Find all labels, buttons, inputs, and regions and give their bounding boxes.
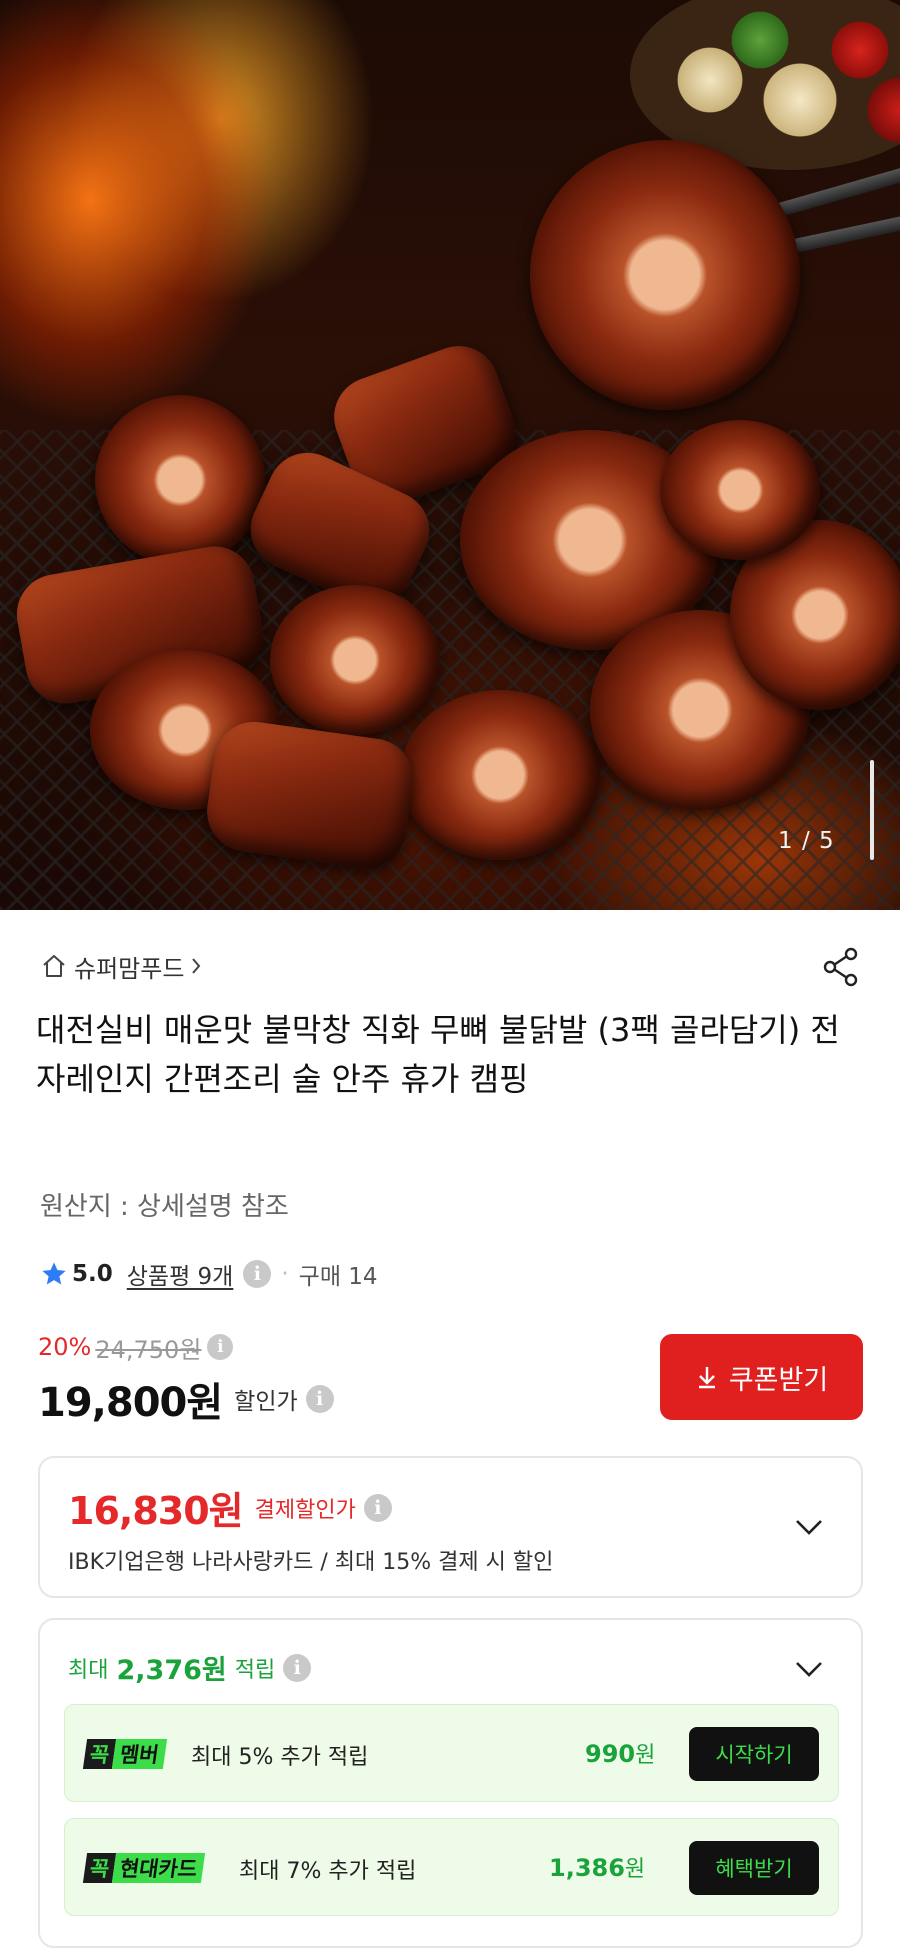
rating-score: 5.0	[72, 1261, 113, 1287]
review-count-link[interactable]: 상품평 9개	[127, 1257, 234, 1291]
image-counter: 1 / 5	[778, 828, 835, 854]
scroll-indicator	[870, 760, 874, 860]
get-benefit-button[interactable]: 혜택받기	[689, 1841, 819, 1895]
card-discount-label: 결제할인가	[254, 1497, 356, 1523]
rating-row: 5.0 상품평 9개 i · 구매 14	[40, 1254, 378, 1294]
info-icon[interactable]: i	[305, 1385, 334, 1413]
separator: ·	[281, 1261, 289, 1287]
makchang-piece	[530, 140, 800, 410]
benefit-amount: 990원	[585, 1737, 655, 1769]
benefit-amount-unit: 원	[624, 1857, 646, 1882]
chevron-down-icon[interactable]	[794, 1660, 824, 1678]
card-discount-box[interactable]: 16,830원 결제할인가 i IBK기업은행 나라사랑카드 / 최대 15% …	[38, 1456, 863, 1598]
store-name: 슈퍼맘푸드	[74, 954, 185, 983]
benefit-text: 최대 7% 추가 적립	[239, 1859, 417, 1884]
star-icon	[42, 1262, 66, 1285]
coupon-label: 쿠폰받기	[728, 1364, 829, 1396]
store-link[interactable]: 슈퍼맘푸드	[40, 946, 204, 986]
benefit-amount: 1,386원	[549, 1851, 645, 1883]
info-icon[interactable]: i	[207, 1334, 234, 1360]
download-icon	[698, 1367, 715, 1389]
benefit-row-member: 꼭 멤버 최대 5% 추가 적립 990원 시작하기	[64, 1704, 839, 1802]
benefit-amount-unit: 원	[635, 1743, 656, 1768]
card-discount-price: 16,830원	[68, 1489, 244, 1533]
chevron-right-icon	[192, 958, 201, 974]
product-title: 대전실비 매운맛 불막창 직화 무뼈 불닭발 (3팩 골라담기) 전자레인지 간…	[36, 1011, 840, 1098]
info-icon[interactable]: i	[283, 1653, 312, 1682]
card-discount-description: IBK기업은행 나라사랑카드 / 최대 15% 결제 시 할인	[68, 1550, 554, 1575]
benefit-text: 최대 5% 추가 적립	[191, 1745, 369, 1770]
chevron-down-icon[interactable]	[794, 1518, 824, 1536]
points-prefix: 최대	[68, 1657, 109, 1683]
original-price: 24,750원	[95, 1335, 202, 1364]
coupon-download-button[interactable]: 쿠폰받기	[660, 1334, 863, 1420]
origin-info: 원산지 : 상세설명 참조	[40, 1192, 289, 1222]
badge-text: 멤버	[112, 1739, 168, 1769]
points-label: 적립	[234, 1657, 276, 1683]
hyundai-card-badge: 꼭 현대카드	[82, 1853, 206, 1883]
benefit-row-hyundai-card: 꼭 현대카드 최대 7% 추가 적립 1,386원 혜택받기	[64, 1818, 839, 1916]
points-amount: 2,376원	[116, 1655, 227, 1686]
makchang-piece	[400, 690, 600, 860]
start-member-button[interactable]: 시작하기	[689, 1727, 819, 1781]
makchang-piece	[270, 585, 440, 735]
makchang-piece	[95, 395, 265, 565]
share-icon[interactable]	[818, 944, 864, 990]
info-icon[interactable]: i	[243, 1260, 272, 1288]
home-icon	[43, 955, 65, 977]
price-block: 20% 24,750원 i 19,800원 할인가 i	[38, 1330, 334, 1428]
product-image[interactable]: 1 / 5	[0, 0, 900, 910]
member-badge: 꼭 멤버	[82, 1739, 168, 1769]
info-icon[interactable]: i	[363, 1493, 392, 1522]
purchase-count: 구매 14	[298, 1264, 378, 1290]
benefit-amount-value: 1,386	[549, 1854, 625, 1882]
discount-rate: 20%	[38, 1333, 92, 1361]
sale-price: 19,800원	[38, 1380, 223, 1426]
points-box: 최대 2,376원 적립 i 꼭 멤버 최대 5% 추가 적립 990원 시작하…	[38, 1618, 863, 1948]
sale-price-label: 할인가	[234, 1389, 298, 1415]
badge-text: 현대카드	[112, 1853, 206, 1883]
makchang-piece	[660, 420, 820, 560]
benefit-amount-value: 990	[585, 1740, 636, 1768]
points-header[interactable]: 최대 2,376원 적립 i	[68, 1648, 312, 1687]
